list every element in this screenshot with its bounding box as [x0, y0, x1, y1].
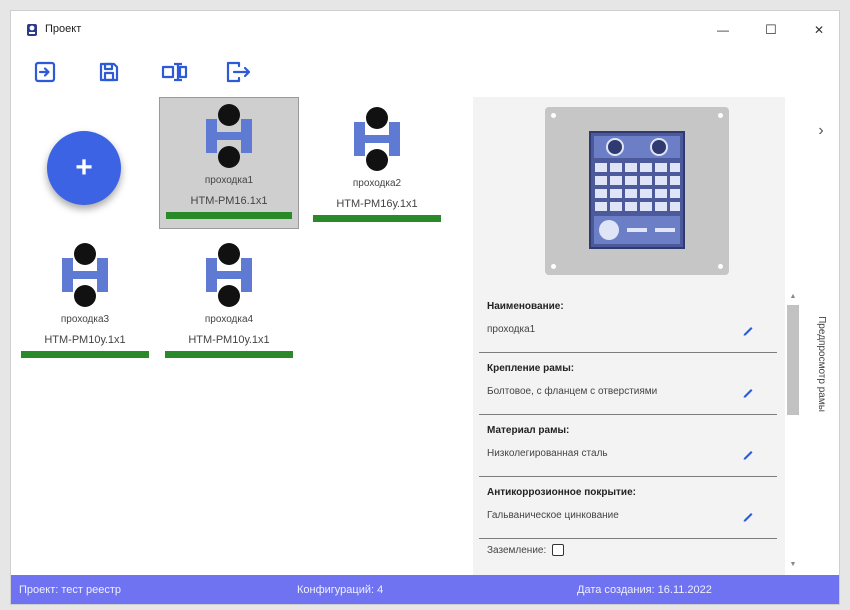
penetration-icon: [206, 104, 252, 168]
rivet: [551, 113, 556, 118]
frame-preview-tab[interactable]: Предпросмотр рамы: [814, 316, 830, 412]
edit-pencil-icon[interactable]: [741, 447, 755, 461]
node-name: проходка4: [204, 314, 254, 325]
frame-preview: [545, 107, 729, 275]
property-label: Антикоррозионное покрытие:: [487, 487, 636, 498]
property-anticorrosion-coating: Антикоррозионное покрытие: Гальваническо…: [479, 479, 777, 539]
property-list-scrollbar[interactable]: ▲ ▼: [785, 289, 801, 573]
node-model: НТМ-РМ16у.1x1: [336, 198, 418, 210]
penetration-icon: [206, 243, 252, 307]
toolbar: [29, 57, 285, 87]
node-model: НТМ-РМ10у.1x1: [188, 334, 270, 346]
maximize-button[interactable]: ☐: [751, 17, 791, 43]
export-button[interactable]: [157, 57, 221, 87]
configuration-node-2[interactable]: проходка2 НТМ-РМ16у.1x1: [307, 101, 447, 233]
node-name: проходка1: [204, 175, 254, 186]
edit-pencil-icon[interactable]: [741, 509, 755, 523]
minimize-button[interactable]: —: [703, 17, 743, 43]
node-name: проходка3: [60, 314, 110, 325]
grounding-label: Заземление:: [487, 544, 547, 556]
penetration-icon: [354, 107, 400, 171]
close-button[interactable]: ✕: [799, 17, 839, 43]
save-button[interactable]: [93, 57, 157, 87]
close-icon: ✕: [813, 23, 825, 37]
property-label: Материал рамы:: [487, 425, 570, 436]
properties-panel: Наименование: проходка1 Крепление рамы: …: [473, 97, 785, 575]
property-label: Крепление рамы:: [487, 363, 575, 374]
frame-preview-icon: [589, 131, 685, 249]
node-status-bar: [313, 215, 441, 222]
property-frame-mounting: Крепление рамы: Болтовое, с фланцем с от…: [479, 355, 777, 415]
maximize-icon: ☐: [765, 22, 777, 37]
status-project: Проект: тест реестр: [19, 584, 121, 596]
export-icon: [161, 62, 188, 82]
rivet: [551, 264, 556, 269]
node-status-bar: [166, 212, 292, 219]
property-value: проходка1: [487, 324, 536, 335]
grounding-checkbox[interactable]: [552, 544, 565, 556]
scroll-thumb[interactable]: [787, 305, 799, 415]
penetration-icon: [62, 243, 108, 307]
node-status-bar: [21, 351, 149, 358]
status-bar: Проект: тест реестр Конфигураций: 4 Дата…: [11, 575, 839, 604]
exit-icon: [226, 61, 251, 83]
import-button[interactable]: [29, 57, 93, 87]
app-logo-icon: [27, 24, 37, 36]
edit-pencil-icon[interactable]: [741, 385, 755, 399]
chevron-right-icon: ›: [818, 122, 824, 139]
node-model: НТМ-РМ16.1x1: [190, 195, 268, 207]
configuration-node-1[interactable]: проходка1 НТМ-РМ16.1x1: [159, 97, 299, 229]
rivet: [718, 113, 723, 118]
expand-panel-button[interactable]: ›: [813, 121, 829, 141]
title-bar: Проект — ☐ ✕: [11, 11, 839, 49]
property-label: Наименование:: [487, 301, 564, 312]
import-icon: [34, 61, 56, 83]
save-icon: [99, 62, 119, 82]
exit-button[interactable]: [221, 57, 285, 87]
status-created-date: Дата создания: 16.11.2022: [577, 584, 712, 596]
configuration-canvas[interactable]: + проходка1 НТМ-РМ16.1x1 проходка2 НТМ-Р…: [11, 97, 473, 575]
node-model: НТМ-РМ10у.1x1: [44, 334, 126, 346]
node-status-bar: [165, 351, 293, 358]
grounding-row: Заземление:: [487, 544, 565, 556]
status-configurations: Конфигураций: 4: [297, 584, 384, 596]
configuration-node-3[interactable]: проходка3 НТМ-РМ10у.1x1: [15, 237, 155, 369]
node-name: проходка2: [352, 178, 402, 189]
minimize-icon: —: [717, 23, 729, 37]
project-window: Проект — ☐ ✕ + проходка1 НТМ-РМ16.1x1 пр…: [10, 10, 840, 605]
scroll-down-icon[interactable]: ▼: [787, 559, 799, 571]
property-value: Низколегированная сталь: [487, 448, 608, 459]
edit-pencil-icon[interactable]: [741, 323, 755, 337]
configuration-node-4[interactable]: проходка4 НТМ-РМ10у.1x1: [159, 237, 299, 369]
add-configuration-button[interactable]: +: [47, 131, 121, 205]
property-list: Наименование: проходка1 Крепление рамы: …: [479, 293, 777, 571]
scroll-up-icon[interactable]: ▲: [787, 291, 799, 303]
plus-icon: +: [75, 151, 93, 184]
property-value: Болтовое, с фланцем с отверстиями: [487, 386, 658, 397]
window-title: Проект: [45, 23, 82, 35]
property-name: Наименование: проходка1: [479, 293, 777, 353]
property-value: Гальваническое цинкование: [487, 510, 619, 521]
rivet: [718, 264, 723, 269]
property-frame-material: Материал рамы: Низколегированная сталь: [479, 417, 777, 477]
